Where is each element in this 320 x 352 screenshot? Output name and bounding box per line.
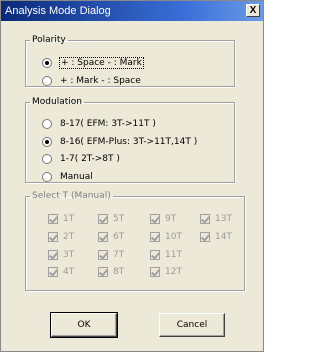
option-label: + : Mark - : Space xyxy=(60,76,141,86)
checkbox-14t[interactable]: 14T xyxy=(200,231,232,243)
checkbox-label: 4T xyxy=(63,267,75,277)
checkbox[interactable] xyxy=(48,232,58,242)
radio-button[interactable] xyxy=(42,119,52,129)
cancel-button[interactable]: Cancel xyxy=(159,313,225,337)
checkbox[interactable] xyxy=(48,214,58,224)
checkbox-6t[interactable]: 6T xyxy=(98,231,124,243)
radio-button[interactable] xyxy=(42,58,52,68)
radio-button[interactable] xyxy=(42,154,52,164)
checkbox[interactable] xyxy=(200,232,210,242)
checkbox-5t[interactable]: 5T xyxy=(98,213,124,225)
polarity-option-mark-space[interactable]: + : Mark - : Space xyxy=(42,74,141,88)
radio-button[interactable] xyxy=(42,137,52,147)
checkbox-label: 8T xyxy=(113,267,125,277)
checkbox-label: 5T xyxy=(113,214,125,224)
polarity-group: Polarity + : Space - : Mark + : Mark - :… xyxy=(25,35,235,87)
checkbox[interactable] xyxy=(150,232,160,242)
checkbox[interactable] xyxy=(98,267,108,277)
checkbox-label: 2T xyxy=(63,232,75,242)
modulation-option-manual[interactable]: Manual xyxy=(42,170,93,184)
checkbox[interactable] xyxy=(150,214,160,224)
checkbox-label: 9T xyxy=(165,214,177,224)
checkbox-2t[interactable]: 2T xyxy=(48,231,74,243)
select-t-legend: Select T (Manual) xyxy=(32,191,111,201)
checkbox-4t[interactable]: 4T xyxy=(48,266,74,278)
checkbox-label: 7T xyxy=(113,250,125,260)
checkbox[interactable] xyxy=(98,214,108,224)
checkbox-label: 12T xyxy=(165,267,182,277)
analysis-mode-dialog: Analysis Mode Dialog X Polarity + : Spac… xyxy=(0,0,264,352)
checkbox[interactable] xyxy=(48,250,58,260)
polarity-legend: Polarity xyxy=(32,35,66,45)
checkbox-13t[interactable]: 13T xyxy=(200,213,232,225)
checkbox-9t[interactable]: 9T xyxy=(150,213,176,225)
option-label: Manual xyxy=(60,172,93,182)
checkbox-12t[interactable]: 12T xyxy=(150,266,182,278)
modulation-option-efm-plus[interactable]: 8-16( EFM-Plus: 3T->11T,14T ) xyxy=(42,135,197,149)
radio-button[interactable] xyxy=(42,76,52,86)
checkbox-8t[interactable]: 8T xyxy=(98,266,124,278)
option-label: 8-17( EFM: 3T->11T ) xyxy=(60,119,156,129)
checkbox-10t[interactable]: 10T xyxy=(150,231,182,243)
radio-button[interactable] xyxy=(42,172,52,182)
close-icon: X xyxy=(249,5,257,16)
checkbox-label: 6T xyxy=(113,232,125,242)
checkbox-1t[interactable]: 1T xyxy=(48,213,74,225)
modulation-option-efm[interactable]: 8-17( EFM: 3T->11T ) xyxy=(42,117,156,131)
checkbox-label: 11T xyxy=(165,250,182,260)
checkbox[interactable] xyxy=(150,250,160,260)
checkbox[interactable] xyxy=(98,250,108,260)
ok-button[interactable]: OK xyxy=(50,312,118,338)
window-title: Analysis Mode Dialog xyxy=(5,5,111,17)
checkbox[interactable] xyxy=(48,267,58,277)
checkbox-label: 3T xyxy=(63,250,75,260)
modulation-option-1-7[interactable]: 1-7( 2T->8T ) xyxy=(42,152,120,166)
checkbox-label: 13T xyxy=(215,214,232,224)
option-label: + : Space - : Mark xyxy=(59,57,144,69)
option-label: 1-7( 2T->8T ) xyxy=(60,154,120,164)
title-bar: Analysis Mode Dialog xyxy=(1,1,263,21)
modulation-group: Modulation 8-17( EFM: 3T->11T ) 8-16( EF… xyxy=(25,97,235,183)
checkbox-label: 10T xyxy=(165,232,182,242)
close-button[interactable]: X xyxy=(246,4,260,17)
select-t-group: Select T (Manual) 1T 2T 3T 4T 5T 6T 7T 8… xyxy=(25,191,245,291)
option-label: 8-16( EFM-Plus: 3T->11T,14T ) xyxy=(60,137,198,147)
checkbox-11t[interactable]: 11T xyxy=(150,249,182,261)
checkbox[interactable] xyxy=(150,267,160,277)
checkbox-label: 1T xyxy=(63,214,75,224)
checkbox[interactable] xyxy=(200,214,210,224)
modulation-legend: Modulation xyxy=(32,97,82,107)
polarity-option-space-mark[interactable]: + : Space - : Mark xyxy=(42,56,144,70)
checkbox-label: 14T xyxy=(215,232,232,242)
checkbox[interactable] xyxy=(98,232,108,242)
checkbox-3t[interactable]: 3T xyxy=(48,249,74,261)
checkbox-7t[interactable]: 7T xyxy=(98,249,124,261)
